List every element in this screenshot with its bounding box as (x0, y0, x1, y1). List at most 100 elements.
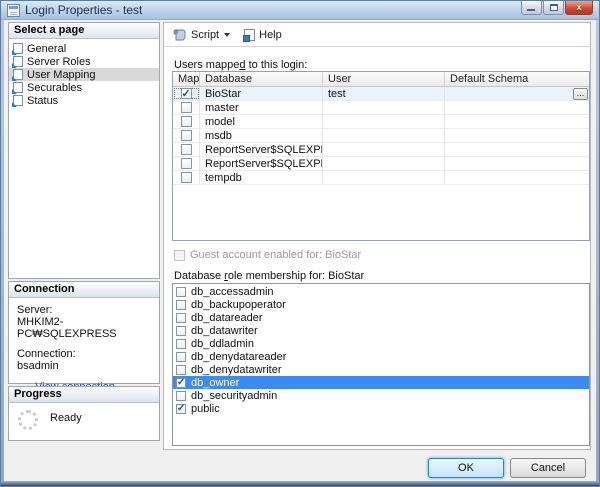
role-item[interactable]: db_accessadmin (173, 285, 589, 298)
map-checkbox[interactable] (181, 116, 192, 127)
column-header-map[interactable]: Map (173, 72, 200, 86)
sidebar-item-label: Securables (27, 82, 82, 94)
database-cell: ReportServer$SQLEXPRESS,.. (200, 157, 323, 170)
guest-account-row: Guest account enabled for: BioStar (174, 249, 361, 261)
role-checkbox[interactable] (176, 365, 186, 375)
role-item[interactable]: db_denydatareader (173, 350, 589, 363)
role-name: db_owner (191, 377, 239, 389)
script-button[interactable]: Script (169, 27, 234, 43)
column-header-user[interactable]: User (323, 72, 445, 86)
role-checkbox[interactable] (176, 391, 186, 401)
database-cell: msdb (200, 129, 323, 142)
user-cell[interactable]: test (323, 87, 445, 100)
guest-account-checkbox (174, 250, 185, 261)
connection-label: Connection: (17, 348, 155, 360)
role-checkbox[interactable] (176, 404, 186, 414)
sidebar-item-status[interactable]: Status (9, 94, 159, 107)
role-item[interactable]: db_datawriter (173, 324, 589, 337)
users-mapped-label: Users mapped to this login: (174, 59, 307, 71)
role-name: db_datawriter (191, 325, 258, 337)
role-checkbox[interactable] (176, 352, 186, 362)
default-schema-cell[interactable] (445, 101, 589, 114)
user-cell[interactable] (323, 157, 445, 170)
role-item[interactable]: db_denydatawriter (173, 363, 589, 376)
minimize-button[interactable] (521, 1, 542, 15)
main-panel: Script Help Users mapped to this login: … (163, 22, 591, 450)
help-label: Help (259, 29, 282, 41)
grid-header: Map Database User Default Schema (173, 72, 589, 87)
role-checkbox[interactable] (176, 326, 186, 336)
role-item[interactable]: db_datareader (173, 311, 589, 324)
table-row[interactable]: master (173, 101, 589, 115)
server-value: MHKIM2-PC₩SQLEXPRESS (17, 316, 155, 340)
user-cell[interactable] (323, 171, 445, 184)
role-name: db_accessadmin (191, 286, 274, 298)
dialog-body: Select a page General Server Roles User … (4, 20, 596, 481)
column-header-database[interactable]: Database (200, 72, 323, 86)
role-checkbox[interactable] (176, 339, 186, 349)
user-cell[interactable] (323, 101, 445, 114)
map-checkbox[interactable] (181, 130, 192, 141)
table-row[interactable]: ReportServer$SQLEXPRESS (173, 143, 589, 157)
default-schema-cell[interactable] (445, 171, 589, 184)
user-cell[interactable] (323, 115, 445, 128)
table-row[interactable]: ReportServer$SQLEXPRESS,.. (173, 157, 589, 171)
role-name: db_ddladmin (191, 338, 254, 350)
map-checkbox[interactable] (181, 88, 192, 99)
ok-button[interactable]: OK (428, 458, 504, 478)
close-button[interactable]: x (565, 1, 593, 15)
role-item[interactable]: db_securityadmin (173, 389, 589, 402)
database-cell: model (200, 115, 323, 128)
progress-spinner-icon (18, 410, 38, 430)
page-icon (13, 43, 23, 54)
column-header-default-schema[interactable]: Default Schema (445, 72, 589, 86)
role-name: db_denydatawriter (191, 364, 282, 376)
chevron-down-icon[interactable] (224, 33, 230, 37)
map-checkbox[interactable] (181, 102, 192, 113)
user-cell[interactable] (323, 143, 445, 156)
role-checkbox[interactable] (176, 300, 186, 310)
role-checkbox[interactable] (176, 287, 186, 297)
roles-label: Database role membership for: BioStar (174, 270, 364, 282)
sidebar-item-user-mapping[interactable]: User Mapping (9, 68, 159, 81)
titlebar[interactable]: Login Properties - test x (1, 1, 599, 20)
cancel-button[interactable]: Cancel (510, 458, 586, 478)
role-item[interactable]: db_backupoperator (173, 298, 589, 311)
maximize-button[interactable] (543, 1, 564, 15)
user-cell[interactable] (323, 129, 445, 142)
database-cell: BioStar (200, 87, 323, 100)
default-schema-cell[interactable] (445, 129, 589, 142)
role-item[interactable]: public (173, 402, 589, 415)
role-name: db_backupoperator (191, 299, 286, 311)
role-checkbox[interactable] (176, 378, 186, 388)
default-schema-cell[interactable] (445, 143, 589, 156)
sidebar-item-server-roles[interactable]: Server Roles (9, 55, 159, 68)
sidebar-item-securables[interactable]: Securables (9, 81, 159, 94)
table-row[interactable]: tempdb (173, 171, 589, 185)
map-checkbox[interactable] (181, 172, 192, 183)
help-icon (244, 29, 255, 41)
map-checkbox[interactable] (181, 144, 192, 155)
default-schema-cell[interactable] (445, 157, 589, 170)
sidebar-item-general[interactable]: General (9, 42, 159, 55)
progress-header: Progress (9, 387, 159, 403)
table-row[interactable]: BioStar test ... (173, 87, 589, 101)
table-row[interactable]: msdb (173, 129, 589, 143)
guest-account-label: Guest account enabled for: BioStar (190, 249, 361, 261)
role-item[interactable]: db_ddladmin (173, 337, 589, 350)
table-row[interactable]: model (173, 115, 589, 129)
page-icon (13, 56, 23, 67)
default-schema-cell[interactable] (445, 115, 589, 128)
map-checkbox[interactable] (181, 158, 192, 169)
role-name: public (191, 403, 220, 415)
help-button[interactable]: Help (240, 27, 286, 43)
browse-schema-button[interactable]: ... (573, 88, 588, 100)
page-icon (13, 82, 23, 93)
user-mapping-grid: Map Database User Default Schema BioStar… (172, 71, 590, 241)
role-item[interactable]: db_owner (173, 376, 589, 389)
close-icon: x (566, 2, 592, 12)
role-checkbox[interactable] (176, 313, 186, 323)
select-page-panel: Select a page General Server Roles User … (8, 22, 160, 279)
connection-panel: Connection Server: MHKIM2-PC₩SQLEXPRESS … (8, 281, 160, 384)
default-schema-cell[interactable]: ... (445, 87, 589, 100)
